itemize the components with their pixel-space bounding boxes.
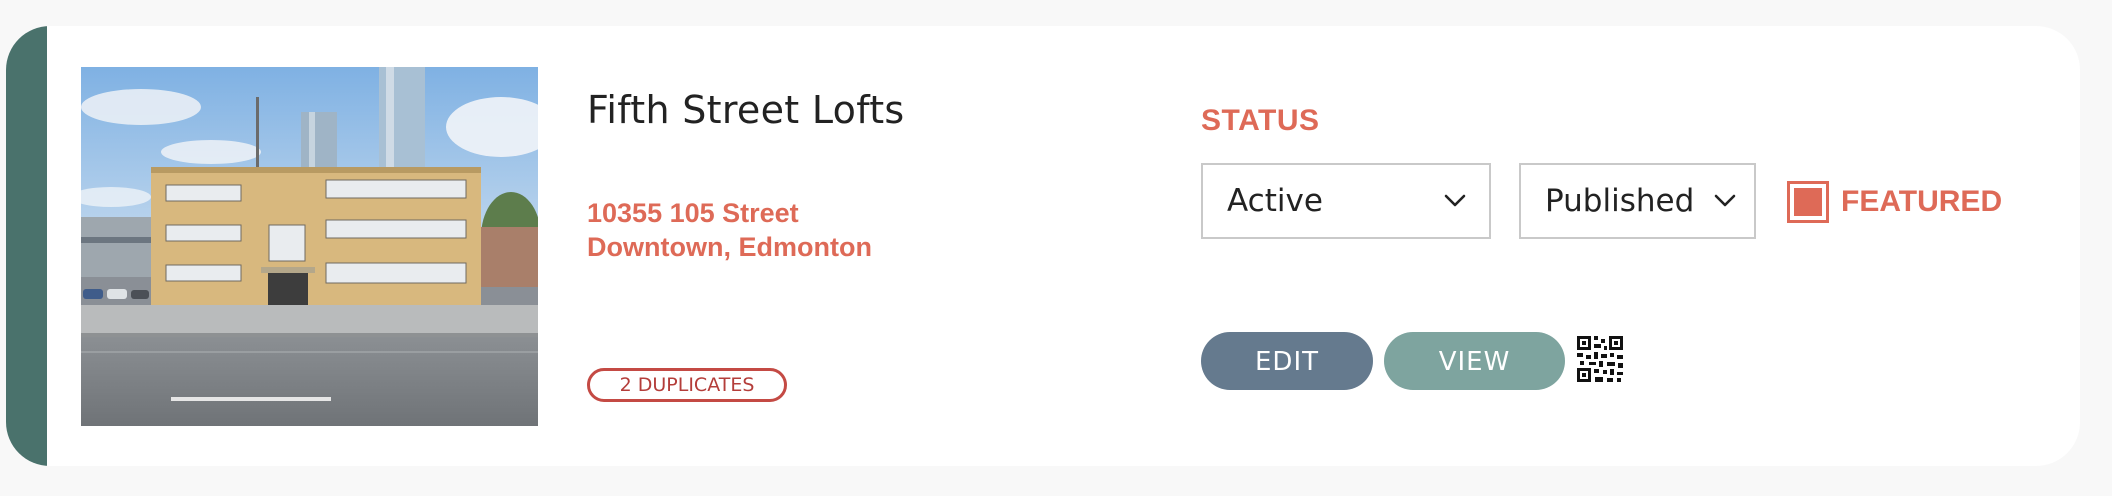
publish-select-value: Published	[1545, 183, 1695, 219]
card-accent-bar	[6, 26, 47, 466]
status-select-value: Active	[1227, 183, 1323, 219]
qr-code-icon[interactable]	[1577, 336, 1623, 382]
featured-label: FEATURED	[1841, 185, 2003, 218]
listing-title: Fifth Street Lofts	[587, 88, 905, 132]
status-heading: STATUS	[1201, 104, 1320, 137]
featured-checkbox[interactable]	[1787, 181, 1829, 223]
publish-select[interactable]: Published	[1519, 163, 1756, 239]
listing-address: 10355 105 Street Downtown, Edmonton	[587, 196, 872, 264]
address-line-area: Downtown, Edmonton	[587, 232, 872, 262]
property-photo[interactable]	[81, 67, 538, 426]
duplicates-badge[interactable]: 2 DUPLICATES	[587, 368, 787, 402]
chevron-down-icon	[1444, 194, 1466, 207]
chevron-down-icon	[1714, 194, 1736, 207]
view-button[interactable]: VIEW	[1384, 332, 1565, 390]
edit-button[interactable]: EDIT	[1201, 332, 1373, 390]
address-line-street: 10355 105 Street	[587, 198, 799, 228]
listing-card: Fifth Street Lofts 10355 105 Street Down…	[6, 26, 2080, 466]
status-select[interactable]: Active	[1201, 163, 1491, 239]
